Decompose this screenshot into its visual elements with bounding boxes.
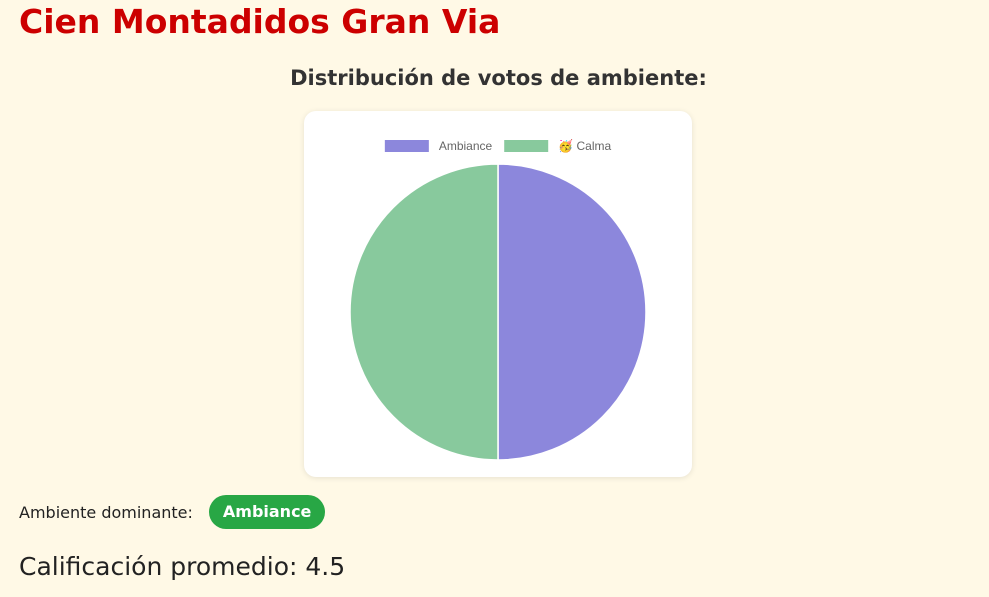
- pie-chart: Ambiance 🥳 Calma: [349, 138, 647, 461]
- chart-card: Ambiance 🥳 Calma: [304, 111, 692, 477]
- pie-slice-2[interactable]: [349, 163, 499, 461]
- legend-label-2[interactable]: 🥳 Calma: [558, 138, 611, 153]
- restaurant-name: Cien Montadidos Gran Via: [19, 2, 501, 41]
- average-rating: Calificación promedio: 4.5: [19, 549, 345, 585]
- dominant-ambience-label: Ambiente dominante:: [19, 502, 193, 522]
- average-rating-value: 4.5: [305, 552, 346, 581]
- dominant-ambience-row: Ambiente dominante: Ambiance: [19, 495, 326, 529]
- legend-swatch-2[interactable]: [504, 140, 549, 152]
- dominant-ambience-badge: Ambiance: [208, 495, 326, 529]
- chart-heading: Distribución de votos de ambiente:: [290, 66, 707, 90]
- legend-label-1[interactable]: Ambiance: [439, 139, 493, 153]
- pie-slice-1[interactable]: [497, 163, 647, 461]
- average-rating-label: Calificación promedio:: [19, 552, 298, 581]
- legend-swatch-1[interactable]: [384, 140, 429, 152]
